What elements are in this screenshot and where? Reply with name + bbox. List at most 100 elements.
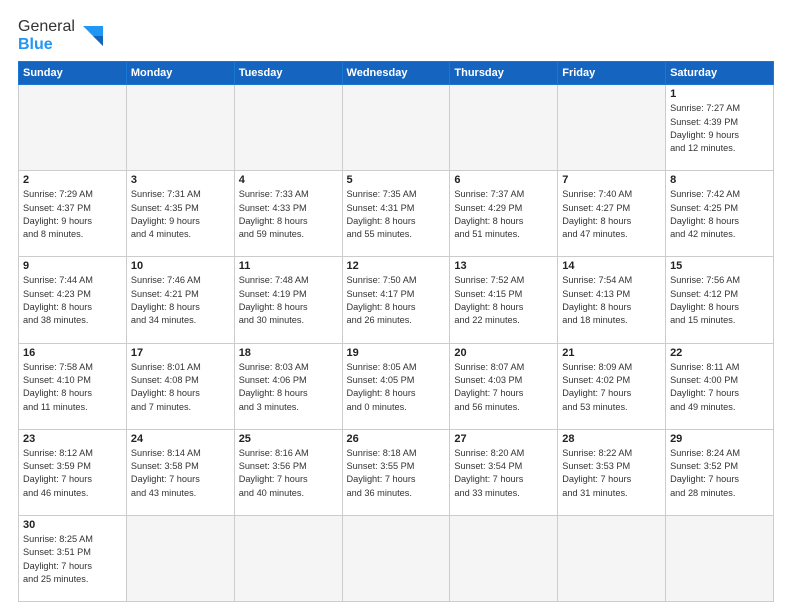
- day-cell: 20 Sunrise: 8:07 AM Sunset: 4:03 PM Dayli…: [450, 343, 558, 429]
- day-cell: 22 Sunrise: 8:11 AM Sunset: 4:00 PM Dayli…: [666, 343, 774, 429]
- day-info: Sunrise: 8:20 AM Sunset: 3:54 PM Dayligh…: [454, 447, 553, 500]
- day-number: 22: [670, 347, 769, 359]
- day-cell: 3Sunrise: 7:31 AM Sunset: 4:35 PM Daylig…: [126, 171, 234, 257]
- day-number: 29: [670, 433, 769, 445]
- day-number: 30: [23, 519, 122, 531]
- day-info: Sunrise: 7:44 AM Sunset: 4:23 PM Dayligh…: [23, 274, 122, 327]
- day-cell: [450, 515, 558, 601]
- day-cell: 18Sunrise: 8:03 AM Sunset: 4:06 PM Dayli…: [234, 343, 342, 429]
- day-number: 24: [131, 433, 230, 445]
- day-cell: 27 Sunrise: 8:20 AM Sunset: 3:54 PM Dayli…: [450, 429, 558, 515]
- weekday-monday: Monday: [126, 62, 234, 85]
- day-cell: 16Sunrise: 7:58 AM Sunset: 4:10 PM Dayli…: [19, 343, 127, 429]
- day-number: 6: [454, 174, 553, 186]
- logo-triangle-icon: [79, 22, 107, 50]
- day-cell: 30 Sunrise: 8:25 AM Sunset: 3:51 PM Dayli…: [19, 515, 127, 601]
- day-number: 25: [239, 433, 338, 445]
- day-cell: 26 Sunrise: 8:18 AM Sunset: 3:55 PM Dayli…: [342, 429, 450, 515]
- day-number: 16: [23, 347, 122, 359]
- day-info: Sunrise: 8:25 AM Sunset: 3:51 PM Dayligh…: [23, 533, 122, 586]
- day-info: Sunrise: 7:50 AM Sunset: 4:17 PM Dayligh…: [347, 274, 446, 327]
- day-number: 18: [239, 347, 338, 359]
- day-number: 14: [562, 260, 661, 272]
- week-row-1: 1 Sunrise: 7:27 AM Sunset: 4:39 PM Daylig…: [19, 85, 774, 171]
- weekday-header-row: SundayMondayTuesdayWednesdayThursdayFrid…: [19, 62, 774, 85]
- day-cell: [19, 85, 127, 171]
- week-row-5: 23Sunrise: 8:12 AM Sunset: 3:59 PM Dayli…: [19, 429, 774, 515]
- weekday-tuesday: Tuesday: [234, 62, 342, 85]
- day-number: 20: [454, 347, 553, 359]
- weekday-friday: Friday: [558, 62, 666, 85]
- day-info: Sunrise: 8:01 AM Sunset: 4:08 PM Dayligh…: [131, 361, 230, 414]
- week-row-4: 16Sunrise: 7:58 AM Sunset: 4:10 PM Dayli…: [19, 343, 774, 429]
- day-info: Sunrise: 8:11 AM Sunset: 4:00 PM Dayligh…: [670, 361, 769, 414]
- day-number: 1: [670, 88, 769, 100]
- day-cell: [234, 85, 342, 171]
- day-cell: [342, 515, 450, 601]
- day-number: 8: [670, 174, 769, 186]
- day-number: 23: [23, 433, 122, 445]
- day-number: 28: [562, 433, 661, 445]
- day-info: Sunrise: 8:14 AM Sunset: 3:58 PM Dayligh…: [131, 447, 230, 500]
- day-number: 3: [131, 174, 230, 186]
- day-cell: 5 Sunrise: 7:35 AM Sunset: 4:31 PM Daylig…: [342, 171, 450, 257]
- day-info: Sunrise: 7:37 AM Sunset: 4:29 PM Dayligh…: [454, 188, 553, 241]
- day-cell: 10 Sunrise: 7:46 AM Sunset: 4:21 PM Dayli…: [126, 257, 234, 343]
- day-cell: 15 Sunrise: 7:56 AM Sunset: 4:12 PM Dayli…: [666, 257, 774, 343]
- day-cell: [450, 85, 558, 171]
- day-info: Sunrise: 7:54 AM Sunset: 4:13 PM Dayligh…: [562, 274, 661, 327]
- day-number: 2: [23, 174, 122, 186]
- day-cell: 6 Sunrise: 7:37 AM Sunset: 4:29 PM Daylig…: [450, 171, 558, 257]
- day-number: 15: [670, 260, 769, 272]
- day-info: Sunrise: 7:40 AM Sunset: 4:27 PM Dayligh…: [562, 188, 661, 241]
- day-cell: 25 Sunrise: 8:16 AM Sunset: 3:56 PM Dayli…: [234, 429, 342, 515]
- day-cell: [126, 515, 234, 601]
- day-cell: 17 Sunrise: 8:01 AM Sunset: 4:08 PM Dayli…: [126, 343, 234, 429]
- day-cell: 12 Sunrise: 7:50 AM Sunset: 4:17 PM Dayli…: [342, 257, 450, 343]
- day-info: Sunrise: 8:07 AM Sunset: 4:03 PM Dayligh…: [454, 361, 553, 414]
- day-cell: 24 Sunrise: 8:14 AM Sunset: 3:58 PM Dayli…: [126, 429, 234, 515]
- day-info: Sunrise: 8:24 AM Sunset: 3:52 PM Dayligh…: [670, 447, 769, 500]
- day-info: Sunrise: 8:18 AM Sunset: 3:55 PM Dayligh…: [347, 447, 446, 500]
- day-cell: 19Sunrise: 8:05 AM Sunset: 4:05 PM Dayli…: [342, 343, 450, 429]
- logo-general: General: [18, 18, 75, 36]
- day-cell: [558, 515, 666, 601]
- day-cell: [342, 85, 450, 171]
- day-cell: 23Sunrise: 8:12 AM Sunset: 3:59 PM Dayli…: [19, 429, 127, 515]
- day-cell: [666, 515, 774, 601]
- logo-blue: Blue: [18, 36, 53, 54]
- day-number: 5: [347, 174, 446, 186]
- day-info: Sunrise: 7:33 AM Sunset: 4:33 PM Dayligh…: [239, 188, 338, 241]
- day-cell: 11 Sunrise: 7:48 AM Sunset: 4:19 PM Dayli…: [234, 257, 342, 343]
- day-number: 7: [562, 174, 661, 186]
- day-cell: 14 Sunrise: 7:54 AM Sunset: 4:13 PM Dayli…: [558, 257, 666, 343]
- week-row-2: 2 Sunrise: 7:29 AM Sunset: 4:37 PM Daylig…: [19, 171, 774, 257]
- day-number: 27: [454, 433, 553, 445]
- day-info: Sunrise: 7:56 AM Sunset: 4:12 PM Dayligh…: [670, 274, 769, 327]
- day-info: Sunrise: 7:29 AM Sunset: 4:37 PM Dayligh…: [23, 188, 122, 241]
- day-info: Sunrise: 8:16 AM Sunset: 3:56 PM Dayligh…: [239, 447, 338, 500]
- day-info: Sunrise: 7:46 AM Sunset: 4:21 PM Dayligh…: [131, 274, 230, 327]
- day-info: Sunrise: 7:27 AM Sunset: 4:39 PM Dayligh…: [670, 102, 769, 155]
- weekday-thursday: Thursday: [450, 62, 558, 85]
- day-info: Sunrise: 7:35 AM Sunset: 4:31 PM Dayligh…: [347, 188, 446, 241]
- day-cell: 9Sunrise: 7:44 AM Sunset: 4:23 PM Daylig…: [19, 257, 127, 343]
- day-info: Sunrise: 7:42 AM Sunset: 4:25 PM Dayligh…: [670, 188, 769, 241]
- weekday-wednesday: Wednesday: [342, 62, 450, 85]
- day-number: 10: [131, 260, 230, 272]
- day-cell: 2 Sunrise: 7:29 AM Sunset: 4:37 PM Daylig…: [19, 171, 127, 257]
- day-cell: 4 Sunrise: 7:33 AM Sunset: 4:33 PM Daylig…: [234, 171, 342, 257]
- calendar-table: SundayMondayTuesdayWednesdayThursdayFrid…: [18, 61, 774, 602]
- day-cell: 21Sunrise: 8:09 AM Sunset: 4:02 PM Dayli…: [558, 343, 666, 429]
- day-info: Sunrise: 7:48 AM Sunset: 4:19 PM Dayligh…: [239, 274, 338, 327]
- day-number: 26: [347, 433, 446, 445]
- day-number: 4: [239, 174, 338, 186]
- weekday-saturday: Saturday: [666, 62, 774, 85]
- day-cell: 28Sunrise: 8:22 AM Sunset: 3:53 PM Dayli…: [558, 429, 666, 515]
- day-cell: [234, 515, 342, 601]
- day-number: 12: [347, 260, 446, 272]
- day-number: 19: [347, 347, 446, 359]
- day-number: 11: [239, 260, 338, 272]
- day-cell: 29 Sunrise: 8:24 AM Sunset: 3:52 PM Dayli…: [666, 429, 774, 515]
- day-number: 17: [131, 347, 230, 359]
